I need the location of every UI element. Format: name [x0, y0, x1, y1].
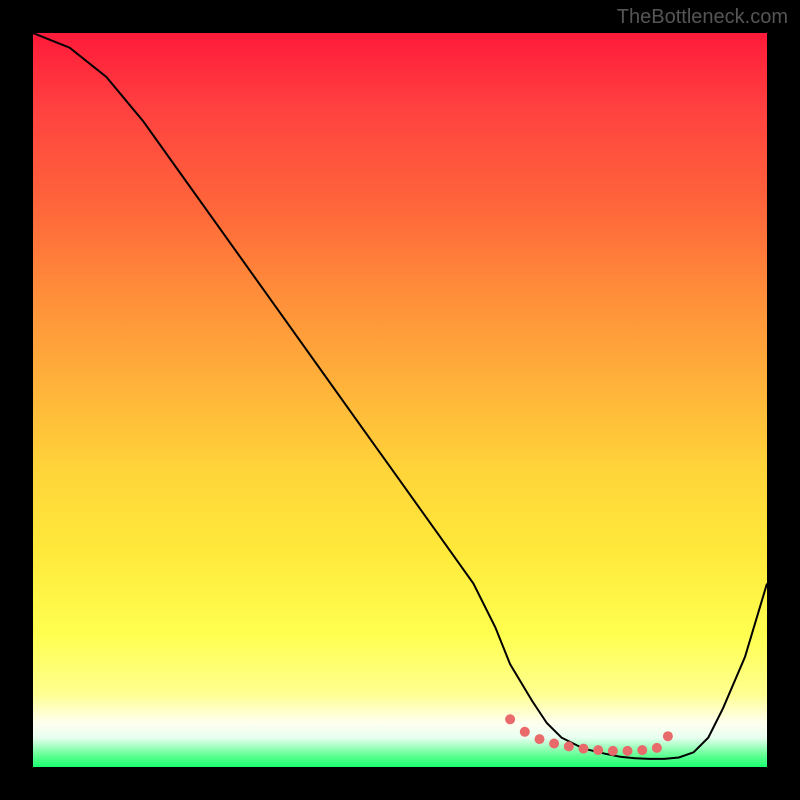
- curve-group: [33, 33, 767, 759]
- optimal-marker-dot: [520, 727, 530, 737]
- bottleneck-curve-line: [33, 33, 767, 759]
- plot-area: [33, 33, 767, 767]
- optimal-marker-dot: [623, 746, 633, 756]
- optimal-marker-dot: [564, 741, 574, 751]
- optimal-marker-dot: [579, 744, 589, 754]
- chart-svg: [33, 33, 767, 767]
- optimal-marker-dot: [593, 745, 603, 755]
- optimal-marker-dot: [549, 739, 559, 749]
- optimal-marker-dot: [652, 743, 662, 753]
- optimal-marker-dot: [608, 746, 618, 756]
- optimal-marker-dot: [663, 731, 673, 741]
- optimal-marker-dot: [637, 745, 647, 755]
- chart-container: TheBottleneck.com: [0, 0, 800, 800]
- optimal-marker-dot: [535, 734, 545, 744]
- watermark-text: TheBottleneck.com: [617, 6, 788, 29]
- optimal-marker-dot: [505, 714, 515, 724]
